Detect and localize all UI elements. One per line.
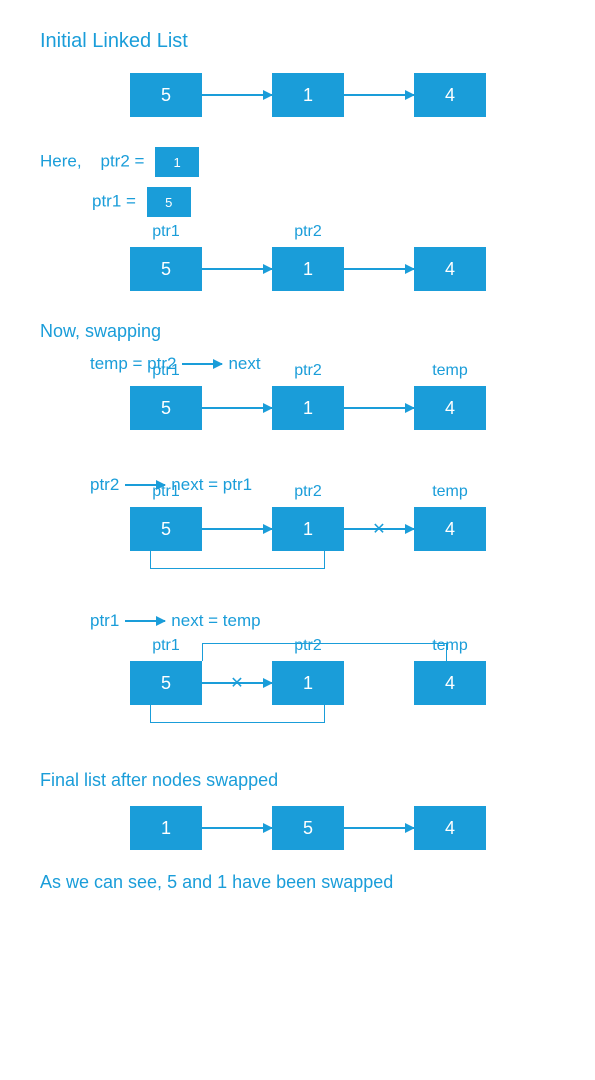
top-arrow-icon xyxy=(202,643,447,661)
step3-text: ptr1 next = temp xyxy=(90,611,555,631)
next-label: next xyxy=(228,354,260,374)
arrow-icon xyxy=(344,827,414,829)
temp-label: temp xyxy=(432,483,468,501)
node: 4 xyxy=(414,806,486,850)
here-label: Here, xyxy=(40,151,82,170)
ptr2-label: ptr2 xyxy=(90,475,119,495)
back-arrow-icon xyxy=(150,551,325,569)
back-arrow-icon xyxy=(150,705,325,723)
node-small: 1 xyxy=(155,147,199,177)
node-value: 5 xyxy=(161,398,171,419)
arrow-icon xyxy=(344,268,414,270)
node-small: 5 xyxy=(147,187,191,217)
node-temp: temp 4 xyxy=(414,386,486,430)
ptr1-eq-label: ptr1 = xyxy=(92,191,136,210)
final-list: 1 5 4 xyxy=(130,806,555,850)
node-value: 5 xyxy=(161,673,171,694)
ptr1-label: ptr1 xyxy=(152,223,180,241)
node: 4 xyxy=(414,247,486,291)
arrow-icon xyxy=(344,94,414,96)
node-temp: temp 4 xyxy=(414,507,486,551)
arrow-icon xyxy=(202,268,272,270)
here-line: Here, ptr2 = 1 xyxy=(40,147,555,177)
swapping-heading: Now, swapping xyxy=(40,321,555,342)
node-ptr2: ptr2 1 xyxy=(272,247,344,291)
node-value: 1 xyxy=(303,398,313,419)
ptr2-eq-label: ptr2 = xyxy=(100,151,144,170)
arrow-icon xyxy=(202,407,272,409)
ptr1-label: ptr1 xyxy=(152,362,180,380)
node-ptr2: ptr2 1 xyxy=(272,507,344,551)
node-value: 4 xyxy=(445,673,455,694)
step3-list: ptr1 5 ptr2 1 temp 4 xyxy=(130,661,555,705)
arrow-icon xyxy=(202,94,272,96)
conclusion-text: As we can see, 5 and 1 have been swapped xyxy=(40,872,555,893)
arrow-icon xyxy=(182,363,222,365)
node-ptr2: ptr2 1 xyxy=(272,386,344,430)
next-eq-temp-label: next = temp xyxy=(171,611,260,631)
node-value: 1 xyxy=(303,259,313,280)
arrow-crossed-icon xyxy=(202,682,272,684)
node-value: 4 xyxy=(445,398,455,419)
initial-heading: Initial Linked List xyxy=(40,30,555,53)
node-ptr1: ptr1 5 xyxy=(130,247,202,291)
node-ptr1: ptr1 5 xyxy=(130,386,202,430)
arrow-icon xyxy=(202,528,272,530)
node: 5 xyxy=(130,73,202,117)
ptr1-label: ptr1 xyxy=(90,611,119,631)
ptr1-line: ptr1 = 5 xyxy=(92,187,555,217)
arrow-icon xyxy=(344,407,414,409)
node-value: 5 xyxy=(161,259,171,280)
node-ptr1: ptr1 5 xyxy=(130,507,202,551)
ptr2-label: ptr2 xyxy=(294,483,322,501)
node-ptr2: ptr2 1 xyxy=(272,661,344,705)
node: 4 xyxy=(414,73,486,117)
ptr1-label: ptr1 xyxy=(152,483,180,501)
initial-list: 5 1 4 xyxy=(130,73,555,117)
node: 5 xyxy=(272,806,344,850)
temp-label: temp xyxy=(432,362,468,380)
arrow-icon xyxy=(125,620,165,622)
next-eq-ptr1-label: next = ptr1 xyxy=(171,475,252,495)
ptr1-label: ptr1 xyxy=(152,637,180,655)
step2-list: ptr1 5 ptr2 1 temp 4 xyxy=(130,507,555,551)
step1-list: ptr1 5 ptr2 1 temp 4 xyxy=(130,386,555,430)
node-value: 1 xyxy=(303,673,313,694)
node-value: 5 xyxy=(161,519,171,540)
node-value: 4 xyxy=(445,519,455,540)
labeled-list-1: ptr1 5 ptr2 1 4 xyxy=(130,247,555,291)
arrow-crossed-icon xyxy=(344,528,414,530)
node-value: 1 xyxy=(303,519,313,540)
node-ptr1: ptr1 5 xyxy=(130,661,202,705)
ptr2-label: ptr2 xyxy=(294,362,322,380)
ptr2-label: ptr2 xyxy=(294,223,322,241)
node: 1 xyxy=(272,73,344,117)
node: 1 xyxy=(130,806,202,850)
final-heading: Final list after nodes swapped xyxy=(40,770,555,791)
arrow-icon xyxy=(202,827,272,829)
